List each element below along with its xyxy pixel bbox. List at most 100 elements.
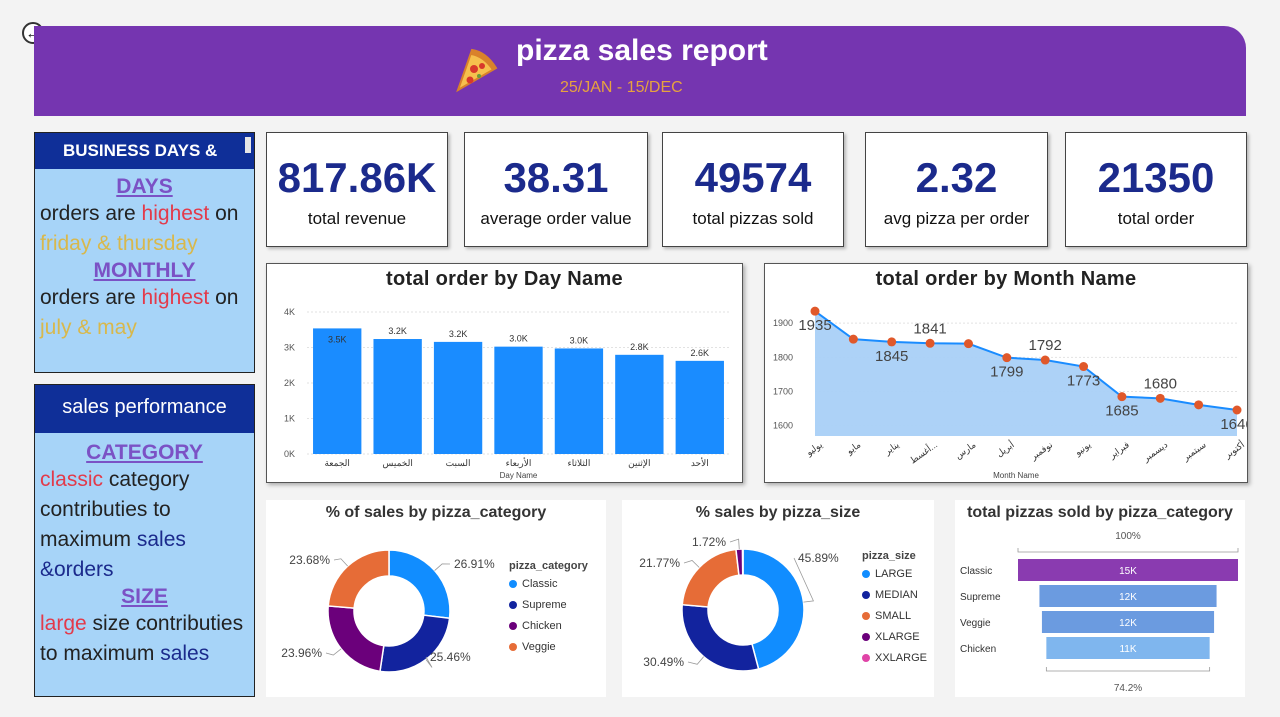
kpi-total-order: 21350 total order <box>1065 132 1247 247</box>
legend-item-chicken[interactable]: Chicken <box>509 616 588 637</box>
bar <box>373 339 422 454</box>
donut-slice <box>681 603 760 672</box>
x-tick-label: الثلاثاء <box>568 458 591 468</box>
funnel-bracket <box>1017 548 1239 553</box>
x-tick-label: يناير <box>882 439 902 458</box>
kpi-total-pizzas-sold: 49574 total pizzas sold <box>662 132 844 247</box>
size-heading: SIZE <box>121 585 168 608</box>
legend-item-xxlarge[interactable]: XXLARGE <box>862 648 927 669</box>
bar-data-label: 3.2K <box>449 329 468 339</box>
area-fill <box>815 311 1237 436</box>
kpi-label: total pizzas sold <box>692 209 814 228</box>
days-insight: orders are highest on <box>40 202 239 225</box>
category-heading: CATEGORY <box>86 441 203 464</box>
funnel-card: total pizzas sold by pizza_category 100%… <box>955 500 1245 697</box>
bar <box>433 341 483 454</box>
size-donut-card: % sales by pizza_size 45.89% 30.49% 21.77%… <box>622 500 934 697</box>
date-range: 25/JAN - 15/DEC <box>560 79 683 96</box>
slice-data-label: 23.68% <box>289 553 330 567</box>
panel-header-label: BUSINESS DAYS & <box>63 141 218 160</box>
bar-data-label: 3.0K <box>509 334 528 344</box>
x-tick-label: مارس <box>953 439 978 461</box>
y-tick-label: 1K <box>284 414 295 424</box>
slice-data-label: 45.89% <box>798 551 839 565</box>
kpi-label: average order value <box>480 209 632 228</box>
legend-item-xlarge[interactable]: XLARGE <box>862 627 927 648</box>
x-tick-label: الخميس <box>382 458 412 469</box>
slice-data-label: 23.96% <box>281 646 322 660</box>
slice-data-label: 21.77% <box>639 556 680 570</box>
x-tick-label: أغسط... <box>907 438 940 466</box>
kpi-avg-pizza-per-order: 2.32 avg pizza per order <box>865 132 1048 247</box>
data-point <box>887 337 897 347</box>
data-point <box>925 338 935 348</box>
bar <box>675 360 724 454</box>
kpi-average-order-value: 38.31 average order value <box>464 132 648 247</box>
scrollbar-thumb[interactable] <box>245 137 251 153</box>
kpi-total-revenue: 817.86K total revenue <box>266 132 448 247</box>
data-point <box>1002 353 1012 363</box>
funnel-data-label: 11K <box>1119 644 1136 655</box>
x-tick-label: نوفمبر <box>1028 439 1055 463</box>
bar <box>554 348 604 454</box>
kpi-value: 49574 <box>694 154 812 201</box>
day-chart: 0K 1K 2K 3K 4K 3.5K الجمعة 3.2K الخميس 3.2K السبت 3… <box>284 307 730 480</box>
legend-title: pizza_size <box>862 550 916 562</box>
kpi-label: avg pizza per order <box>883 209 1030 228</box>
legend-item-median[interactable]: MEDIAN <box>862 585 927 606</box>
funnel-data-label: 15K <box>1119 566 1137 577</box>
funnel-data-label: 12K <box>1119 618 1137 629</box>
insight-panel-sales: sales performance CATEGORY classic categ… <box>34 384 255 697</box>
bar <box>494 346 543 454</box>
data-point <box>963 339 973 349</box>
funnel-bottom-label: 74.2% <box>1114 683 1142 694</box>
point-data-label: 1680 <box>1144 375 1177 392</box>
point-data-label: 1646 <box>1220 416 1247 433</box>
bar-data-label: 3.5K <box>328 334 347 344</box>
slice-data-label: 1.72% <box>692 535 726 549</box>
category-legend: pizza_category Classic Supreme Chicken V… <box>509 560 588 658</box>
label-leader <box>729 538 740 550</box>
data-point <box>810 306 820 316</box>
donut-slice <box>681 548 740 608</box>
legend-item-small[interactable]: SMALL <box>862 606 927 627</box>
size-legend: pizza_size LARGE MEDIAN SMALL XLARGE XXL… <box>862 550 927 669</box>
monthly-insight: orders are highest on <box>40 286 239 309</box>
label-leader <box>325 648 342 656</box>
x-tick-label: الإثنين <box>628 458 650 469</box>
monthly-heading: MONTHLY <box>93 259 196 282</box>
point-data-label: 1773 <box>1067 373 1100 390</box>
bar <box>615 354 664 454</box>
data-point <box>1232 405 1242 415</box>
legend-item-veggie[interactable]: Veggie <box>509 637 588 658</box>
x-axis-label: Month Name <box>993 471 1039 480</box>
point-data-label: 1792 <box>1028 337 1061 354</box>
category-donut-card: % of sales by pizza_category 26.91% 25.46… <box>266 500 606 697</box>
days-value: friday & thursday <box>40 232 198 255</box>
kpi-label: total order <box>1117 209 1195 228</box>
donut-slice <box>327 549 390 609</box>
legend-item-supreme[interactable]: Supreme <box>509 595 588 616</box>
y-tick-label: 1600 <box>773 421 793 431</box>
x-axis-label: Day Name <box>500 471 538 480</box>
funnel-category-label: Supreme <box>960 592 1001 603</box>
legend-item-large[interactable]: LARGE <box>862 564 927 585</box>
bar-data-label: 3.0K <box>570 335 589 345</box>
bar-data-label: 2.6K <box>691 348 710 358</box>
data-point <box>848 334 858 344</box>
slice-data-label: 30.49% <box>643 655 684 669</box>
days-heading: DAYS <box>116 175 173 198</box>
x-tick-label: أبريل <box>993 438 1016 460</box>
y-tick-label: 3K <box>284 343 295 353</box>
donut-slice <box>327 605 385 673</box>
x-tick-label: سبتمبر <box>1180 439 1208 463</box>
month-chart-card: total order by Month Name 1600 1700 1800 19… <box>764 263 1248 483</box>
day-chart-card: total order by Day Name 0K 1K 2K 3K 4K 3.5K ال… <box>266 263 743 483</box>
y-tick-label: 1900 <box>773 318 793 328</box>
data-point <box>1040 355 1050 365</box>
kpi-value: 38.31 <box>503 154 609 201</box>
legend-item-classic[interactable]: Classic <box>509 574 588 595</box>
y-tick-label: 2K <box>284 378 295 388</box>
slice-data-label: 25.46% <box>430 650 471 664</box>
insight-panel-days: BUSINESS DAYS & DAYS orders are highest … <box>34 132 255 373</box>
